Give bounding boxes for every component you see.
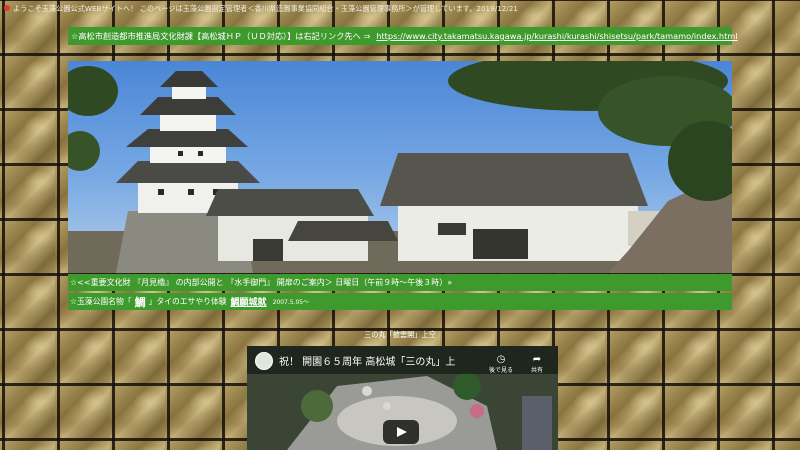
- header-notice-text: ようこそ玉藻公園公式WEBサイトへ！ このページは玉藻公園指定管理者＜香川県造園…: [13, 4, 518, 13]
- event-date: 2007.5.05～: [272, 299, 310, 306]
- opening-notice-bar[interactable]: ☆<<重要文化財 『月見櫓』 の内部公開と 『水手御門』 開扉のご案内＞ 日曜日…: [68, 274, 732, 291]
- link-bar-text: ☆高松市創造都市推進局文化財課【高松城ＨＰ（ＵＤ対応）】は右記リンク先へ ⇒: [71, 31, 371, 41]
- share-label: 共有: [530, 367, 543, 374]
- event-middle: 」タイのエサやり体験: [148, 297, 227, 306]
- castle-illustration: [68, 61, 732, 273]
- event-bar: ☆玉藻公園名物「 鯛 」タイのエサやり体験 鯛願城就 2007.5.05～: [68, 293, 732, 310]
- header-notice: ようこそ玉藻公園公式WEBサイトへ！ このページは玉藻公園指定管理者＜香川県造園…: [0, 2, 800, 16]
- share-button[interactable]: ➦ 共有: [520, 354, 554, 374]
- play-button[interactable]: [383, 420, 419, 444]
- event-link[interactable]: 鯛願城就: [231, 295, 267, 308]
- channel-avatar[interactable]: [255, 352, 273, 370]
- castle-photo: [68, 61, 732, 273]
- video-embed[interactable]: 祝！ 開園６５周年 高松城「三の丸」上 ◷ 後で見る ➦ 共有: [247, 346, 558, 450]
- share-icon: ➦: [532, 354, 542, 365]
- city-link[interactable]: https://www.city.takamatsu.kagawa.jp/kur…: [376, 31, 737, 41]
- watch-later-button[interactable]: ◷ 後で見る: [484, 354, 518, 374]
- video-caption: 三の丸「披雲閣」上空: [364, 330, 436, 339]
- bullet-icon: [4, 5, 10, 11]
- event-prefix: ☆玉藻公園名物「: [70, 297, 132, 306]
- play-icon: [397, 427, 407, 437]
- watch-later-label: 後で見る: [488, 367, 513, 374]
- event-big-char: 鯛: [134, 295, 146, 309]
- clock-icon: ◷: [496, 354, 506, 365]
- video-title[interactable]: 祝！ 開園６５周年 高松城「三の丸」上: [279, 353, 455, 368]
- opening-notice-text[interactable]: ☆<<重要文化財 『月見櫓』 の内部公開と 『水手御門』 開扉のご案内＞ 日曜日…: [70, 277, 452, 288]
- link-bar: ☆高松市創造都市推進局文化財課【高松城ＨＰ（ＵＤ対応）】は右記リンク先へ ⇒ h…: [68, 27, 738, 45]
